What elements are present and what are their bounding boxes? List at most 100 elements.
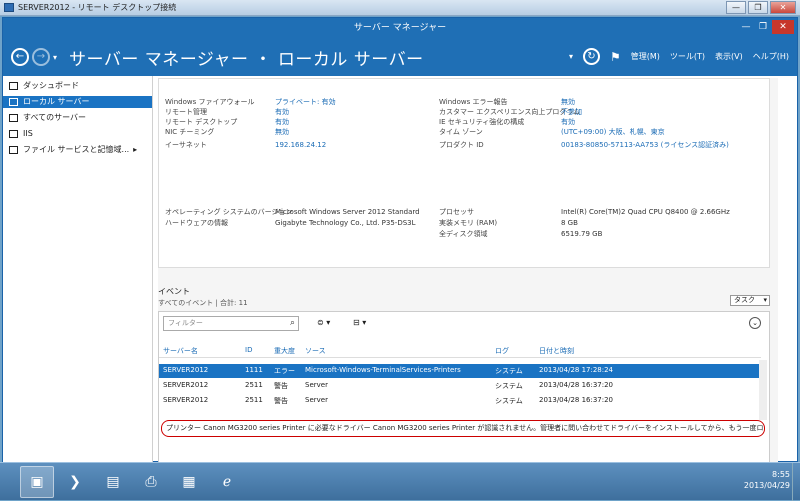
powershell-icon[interactable]: ❯: [58, 466, 92, 498]
chevron-down-icon: ▾: [763, 296, 767, 304]
clock-time: 8:55: [772, 470, 790, 479]
col-severity[interactable]: 重大度: [274, 346, 295, 356]
prop-value[interactable]: 無効: [275, 127, 289, 137]
iis-icon: [9, 130, 18, 138]
restore-button[interactable]: ❐: [748, 1, 768, 14]
prop-value[interactable]: 192.168.24.12: [275, 140, 326, 150]
prop-value[interactable]: 無効: [561, 97, 575, 107]
prop-label: 全ディスク領域: [439, 230, 488, 238]
prop-value: Gigabyte Technology Co., Ltd. P35-DS3L: [275, 219, 416, 227]
tasks-button[interactable]: タスク ▾: [730, 295, 770, 306]
event-message: プリンター Canon MG3200 series Printer に必要なドラ…: [161, 420, 765, 437]
refresh-dropdown-icon[interactable]: ▾: [569, 52, 573, 61]
minimize-button[interactable]: —: [726, 1, 746, 14]
rdp-window-controls: — ❐ ✕: [726, 1, 796, 14]
server-manager-taskbar-icon[interactable]: ▣: [20, 466, 54, 498]
window-minimize-button[interactable]: —: [738, 20, 754, 34]
window-title-bar: サーバー マネージャー — ❐ ✕: [3, 18, 797, 38]
remote-desktop-icon[interactable]: ▦: [172, 466, 206, 498]
sidebar-item-dashboard[interactable]: ダッシュボード: [3, 80, 152, 92]
col-source[interactable]: ソース: [305, 346, 326, 356]
list-options-icon[interactable]: ⊜ ▾: [317, 316, 341, 330]
col-id[interactable]: ID: [245, 346, 252, 354]
prop-value[interactable]: 不参加: [561, 107, 582, 117]
menu-help[interactable]: ヘルプ(H): [753, 51, 789, 62]
table-row[interactable]: SERVER2012 2511 警告 Server システム 2013/04/2…: [159, 379, 761, 393]
prop-label: プロダクト ID: [439, 141, 484, 149]
prop-value[interactable]: 00183-80850-57113-AA753 (ライセンス認証済み): [561, 140, 729, 150]
prop-label: 実装メモリ (RAM): [439, 219, 498, 227]
sidebar: ダッシュボード ローカル サーバー すべてのサーバー IIS ファイル サービス…: [3, 76, 153, 463]
prop-value[interactable]: 有効: [275, 107, 289, 117]
events-table-header: サーバー名 ID 重大度 ソース ログ 日付と時刻: [159, 344, 761, 358]
prop-label: ハードウェアの情報: [165, 219, 228, 227]
printer-icon[interactable]: ⎙: [134, 466, 168, 498]
menu-view[interactable]: 表示(V): [715, 51, 743, 62]
internet-explorer-icon[interactable]: ℯ: [210, 466, 244, 498]
prop-label: タイム ゾーン: [439, 128, 483, 136]
prop-value: Intel(R) Core(TM)2 Quad CPU Q8400 @ 2.66…: [561, 208, 730, 216]
rdp-title: SERVER2012 - リモート デスクトップ接続: [18, 3, 177, 12]
rdp-app-icon: [4, 3, 14, 12]
expand-icon[interactable]: ⌄: [749, 317, 761, 329]
table-row[interactable]: SERVER2012 1111 エラー Microsoft-Windows-Te…: [159, 364, 761, 378]
prop-label: プロセッサ: [439, 208, 474, 216]
taskbar: ▣ ❯ ▤ ⎙ ▦ ℯ 8:55 2013/04/29: [0, 462, 800, 501]
prop-label: Windows エラー報告: [439, 98, 508, 106]
history-dropdown-icon[interactable]: ▾: [53, 53, 57, 62]
storage-icon: [9, 146, 18, 154]
window-close-button[interactable]: ✕: [772, 20, 794, 34]
search-icon[interactable]: ⌕: [290, 317, 295, 330]
properties-panel: Windows ファイアウォール プライベート: 有効 リモート管理 有効 リモ…: [158, 78, 770, 268]
table-row[interactable]: SERVER2012 2511 警告 Server システム 2013/04/2…: [159, 394, 761, 408]
forward-icon[interactable]: →: [32, 48, 50, 66]
back-icon[interactable]: ←: [11, 48, 29, 66]
prop-value[interactable]: 有効: [275, 117, 289, 127]
refresh-icon[interactable]: ↻: [582, 48, 600, 65]
server-icon: [9, 98, 18, 106]
filter-input[interactable]: フィルター ⌕: [163, 316, 299, 331]
main-content: Windows ファイアウォール プライベート: 有効 リモート管理 有効 リモ…: [158, 78, 778, 463]
col-datetime[interactable]: 日付と時刻: [539, 346, 574, 356]
explorer-icon[interactable]: ▤: [96, 466, 130, 498]
sidebar-item-all-servers[interactable]: すべてのサーバー: [3, 112, 152, 124]
notification-flag-icon[interactable]: ⚑: [610, 50, 621, 64]
window-maximize-button[interactable]: ❐: [755, 20, 771, 34]
menu-manage[interactable]: 管理(M): [631, 51, 660, 62]
prop-label: NIC チーミング: [165, 128, 215, 136]
prop-label: カスタマー エクスペリエンス向上プログラム: [439, 108, 581, 116]
save-query-icon[interactable]: ⊟ ▾: [353, 316, 377, 330]
col-log[interactable]: ログ: [495, 346, 509, 356]
sidebar-item-iis[interactable]: IIS: [3, 128, 152, 140]
prop-label: リモート デスクトップ: [165, 118, 238, 126]
prop-value: 8 GB: [561, 219, 578, 227]
clock[interactable]: 8:55 2013/04/29: [744, 469, 790, 491]
prop-label: オペレーティング システムのバージョン: [165, 208, 293, 216]
prop-label: リモート管理: [165, 108, 207, 116]
prop-value[interactable]: プライベート: 有効: [275, 97, 336, 107]
close-button[interactable]: ✕: [770, 1, 796, 14]
prop-value[interactable]: (UTC+09:00) 大阪、札幌、東京: [561, 127, 665, 137]
show-desktop-button[interactable]: [792, 463, 800, 501]
prop-label: IE セキュリティ強化の構成: [439, 118, 525, 126]
events-scrollbar[interactable]: [759, 360, 767, 420]
sidebar-item-file-storage[interactable]: ファイル サービスと記憶域... ▸: [3, 144, 152, 156]
header: ← → ▾ サーバー マネージャー ・ ローカル サーバー ▾ ↻ ⚑ 管理(M…: [3, 38, 797, 76]
menu-tools[interactable]: ツール(T): [670, 51, 705, 62]
col-server[interactable]: サーバー名: [163, 346, 198, 356]
rdp-title-bar: SERVER2012 - リモート デスクトップ接続 — ❐ ✕: [0, 0, 800, 16]
sidebar-item-local-server[interactable]: ローカル サーバー: [3, 96, 152, 108]
events-panel: フィルター ⌕ ⊜ ▾ ⊟ ▾ ⌄ サーバー名 ID 重大度 ソース ログ 日付…: [158, 311, 770, 463]
breadcrumb: サーバー マネージャー ・ ローカル サーバー: [69, 49, 424, 70]
events-subtitle: すべてのイベント | 合計: 11: [158, 299, 248, 307]
prop-value: 6519.79 GB: [561, 230, 603, 238]
servers-icon: [9, 114, 18, 122]
chevron-right-icon: ▸: [133, 145, 138, 154]
prop-label: Windows ファイアウォール: [165, 98, 255, 106]
clock-date: 2013/04/29: [743, 481, 790, 490]
prop-value[interactable]: 有効: [561, 117, 575, 127]
prop-value: Microsoft Windows Server 2012 Standard: [275, 208, 420, 216]
server-manager-window: サーバー マネージャー — ❐ ✕ ← → ▾ サーバー マネージャー ・ ロー…: [2, 17, 798, 463]
prop-label: イーサネット: [165, 141, 207, 149]
events-title: イベント: [158, 287, 190, 296]
